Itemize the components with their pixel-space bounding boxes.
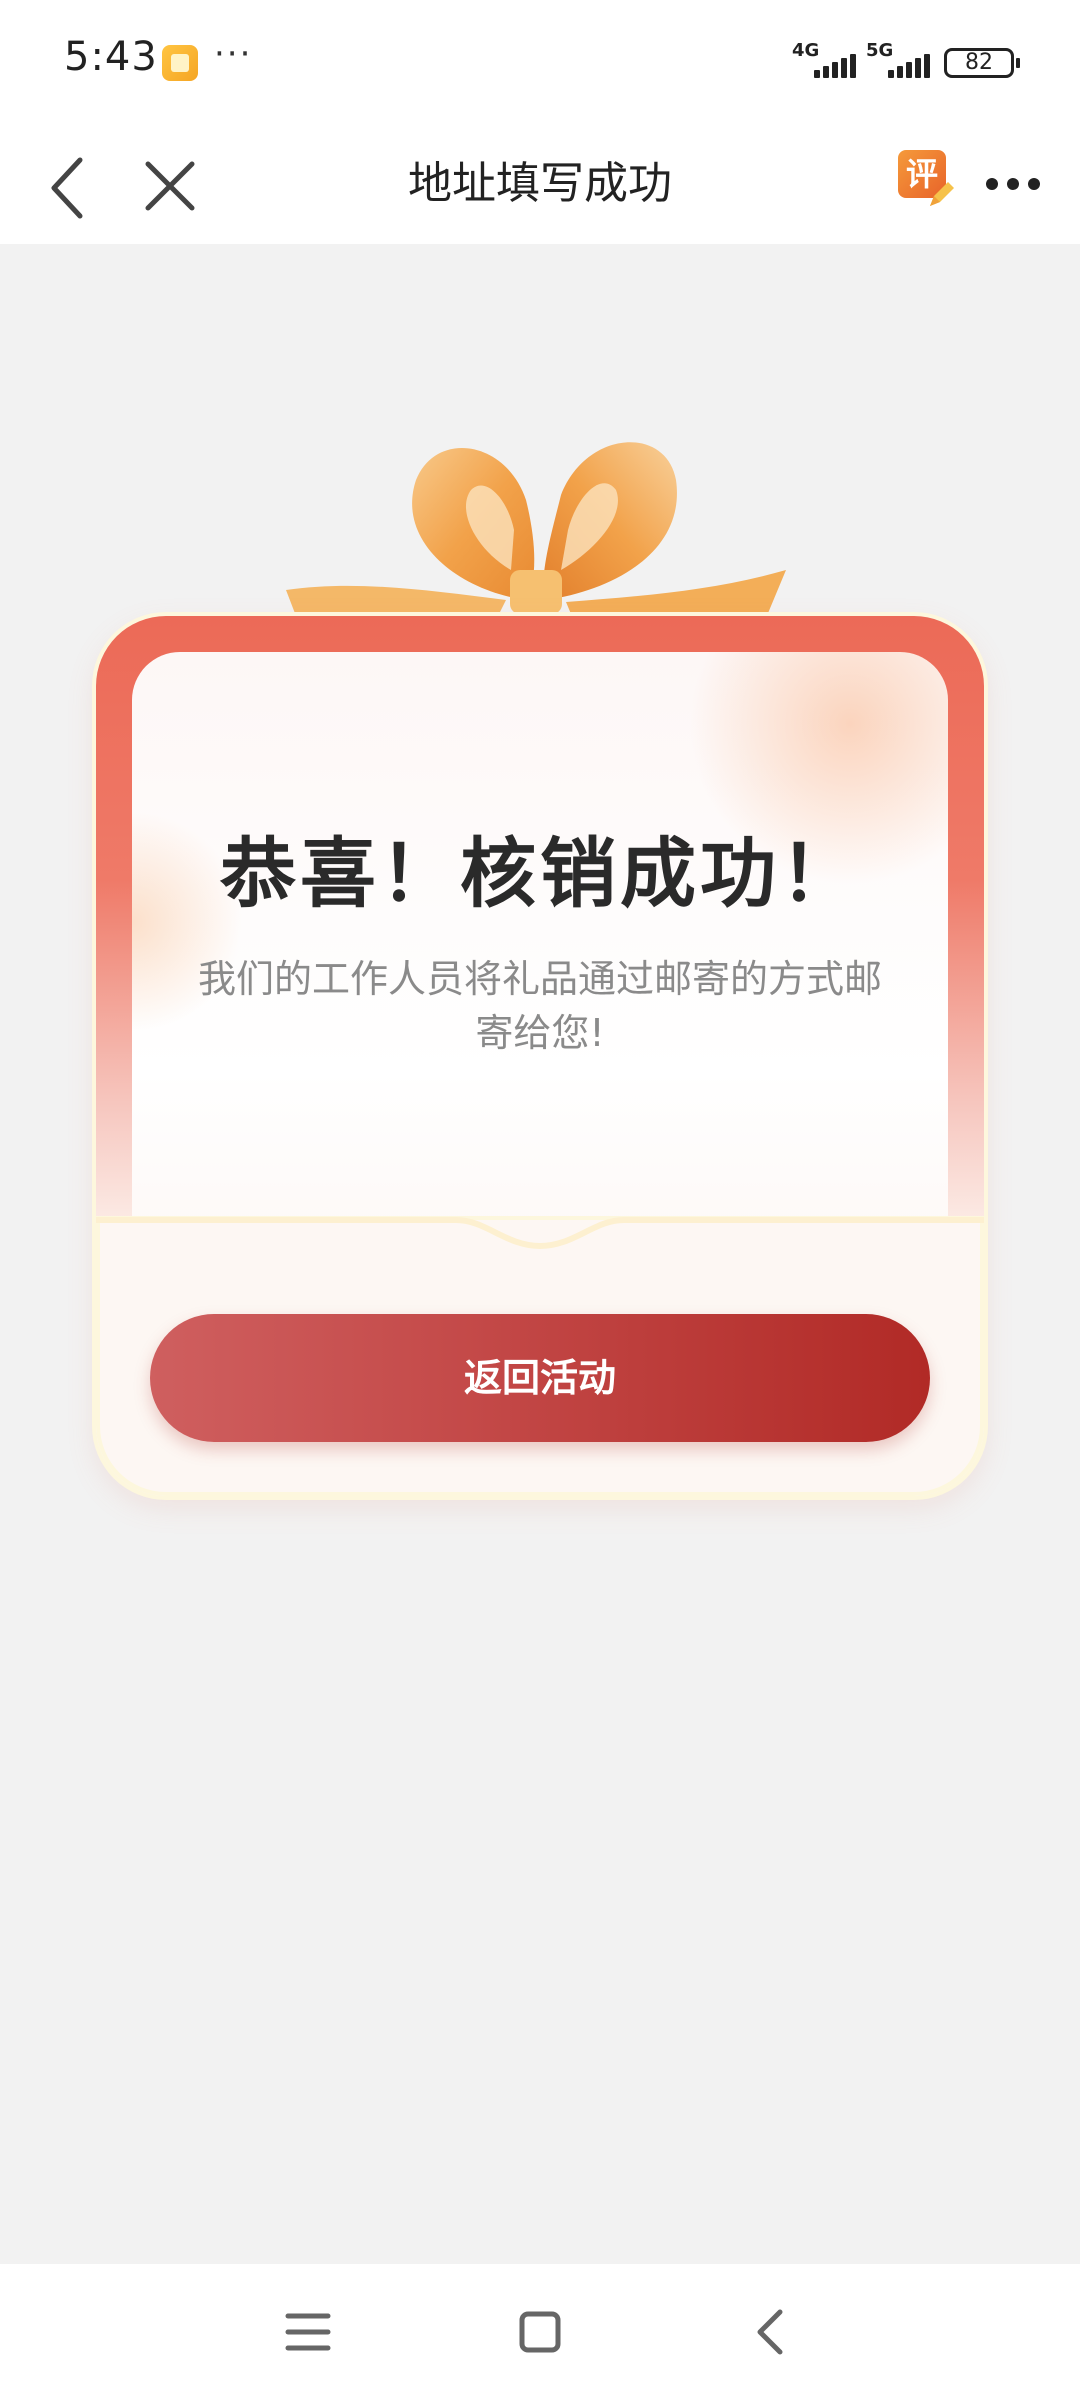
success-title: 恭喜！核销成功！ <box>220 829 860 918</box>
signal-4g-icon: 4G <box>792 40 862 82</box>
home-square-icon <box>519 2311 561 2353</box>
status-bar: 5:43 ··· 4G 5G 82 <box>0 0 1080 124</box>
review-button[interactable]: 评 <box>892 146 962 216</box>
status-more-dots: ··· <box>214 34 253 74</box>
battery-level: 82 <box>965 50 993 75</box>
close-button[interactable] <box>134 142 204 226</box>
system-home-button[interactable] <box>500 2292 580 2372</box>
battery-icon: 82 <box>944 48 1020 78</box>
menu-icon <box>285 2313 331 2351</box>
more-horizontal-icon <box>986 178 1040 190</box>
close-icon <box>145 161 195 211</box>
status-time: 5:43 <box>64 34 158 80</box>
gift-card: 恭喜！核销成功！ 我们的工作人员将礼品通过邮寄的方式邮寄给您! 返回活动 <box>96 420 984 1500</box>
return-to-activity-button[interactable]: 返回活动 <box>150 1314 930 1442</box>
card-divider-notch <box>96 1217 984 1250</box>
more-button[interactable] <box>978 154 1048 214</box>
chevron-left-icon <box>51 157 83 219</box>
notification-app-icon <box>162 45 198 81</box>
ribbon-bow-icon <box>286 442 786 626</box>
signal-4g-label: 4G <box>792 40 820 61</box>
success-message: 我们的工作人员将礼品通过邮寄的方式邮寄给您! <box>197 957 882 1055</box>
system-menu-button[interactable] <box>268 2292 348 2372</box>
back-button[interactable] <box>40 142 100 226</box>
card-frame: 恭喜！核销成功！ 我们的工作人员将礼品通过邮寄的方式邮寄给您! 返回活动 <box>96 616 984 1496</box>
nav-bar: 地址填写成功 评 <box>0 124 1080 244</box>
signal-5g-icon: 5G <box>866 40 936 82</box>
system-back-button[interactable] <box>732 2292 812 2372</box>
system-nav-bar <box>0 2264 1080 2400</box>
back-arrow-icon <box>757 2309 783 2355</box>
pencil-icon <box>930 182 954 206</box>
signal-5g-label: 5G <box>866 40 894 61</box>
card-content: 恭喜！核销成功！ 我们的工作人员将礼品通过邮寄的方式邮寄给您! <box>132 652 948 1252</box>
